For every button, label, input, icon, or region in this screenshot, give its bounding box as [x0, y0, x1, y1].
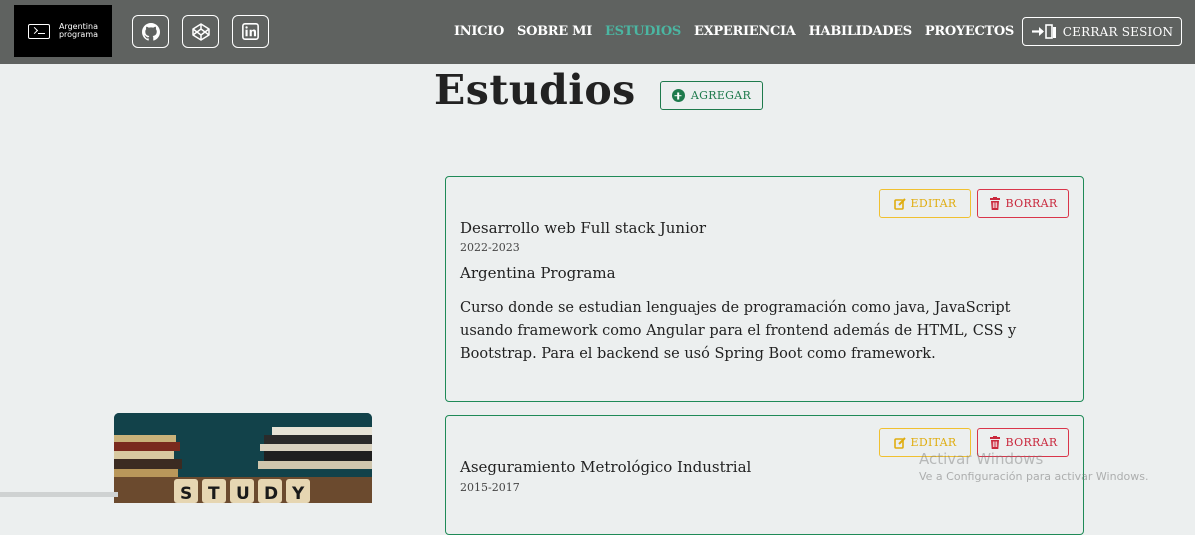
trash-icon — [989, 436, 1000, 449]
trash-icon — [989, 197, 1000, 210]
svg-text:Y: Y — [291, 484, 305, 503]
logout-button[interactable]: CERRAR SESION — [1022, 17, 1182, 46]
study-description: Curso donde se estudian lenguajes de pro… — [460, 300, 1017, 362]
nav-link-estudios[interactable]: ESTUDIOS — [605, 24, 681, 39]
study-card: EDITAR BORRAR Desarrollo web Full stack … — [445, 176, 1084, 402]
edit-label: EDITAR — [910, 197, 957, 210]
study-years: 2015-2017 — [460, 481, 520, 494]
navbar: Argentina programa INICIO SOBRE MI ESTUD… — [0, 0, 1195, 64]
add-button[interactable]: AGREGAR — [660, 81, 763, 110]
page-title: Estudios — [434, 66, 636, 114]
study-years: 2022-2023 — [460, 241, 520, 254]
edit-button[interactable]: EDITAR — [879, 189, 971, 218]
github-link[interactable] — [132, 15, 169, 48]
nav-link-inicio[interactable]: INICIO — [454, 24, 504, 39]
logo-line-2: programa — [58, 30, 99, 39]
linkedin-link[interactable] — [232, 15, 269, 48]
terminal-icon — [27, 23, 50, 39]
svg-text:S: S — [180, 484, 192, 503]
logo-text: Argentina programa — [59, 23, 98, 39]
windows-activation-subtitle: Ve a Configuración para activar Windows. — [919, 470, 1149, 483]
argentina-programa-logo[interactable]: Argentina programa — [14, 5, 112, 57]
study-image: S T U D Y — [114, 413, 372, 503]
study-title: Aseguramiento Metrológico Industrial — [460, 458, 752, 476]
nav-links: INICIO SOBRE MI ESTUDIOS EXPERIENCIA HAB… — [454, 24, 1027, 39]
add-label: AGREGAR — [690, 89, 752, 102]
logout-label: CERRAR SESION — [1062, 24, 1174, 39]
edit-label: EDITAR — [910, 436, 957, 449]
edit-icon — [893, 436, 906, 449]
codepen-icon — [191, 22, 210, 41]
codepen-link[interactable] — [182, 15, 219, 48]
horizontal-scrollbar[interactable] — [0, 492, 118, 497]
linkedin-icon — [242, 23, 259, 40]
nav-link-proyectos[interactable]: PROYECTOS — [925, 24, 1014, 39]
nav-link-habilidades[interactable]: HABILIDADES — [809, 24, 913, 39]
svg-text:T: T — [208, 484, 220, 503]
study-institution: Argentina Programa — [460, 264, 616, 282]
edit-icon — [893, 197, 906, 210]
study-title: Desarrollo web Full stack Junior — [460, 219, 707, 237]
study-books-illustration: S T U D Y — [114, 413, 372, 503]
windows-activation-title: Activar Windows — [919, 450, 1044, 468]
nav-link-sobre-mi[interactable]: SOBRE MI — [517, 24, 592, 39]
delete-label: BORRAR — [1005, 197, 1058, 210]
delete-label: BORRAR — [1005, 436, 1058, 449]
github-icon — [141, 22, 160, 41]
svg-text:U: U — [236, 484, 250, 503]
svg-text:D: D — [264, 484, 278, 503]
nav-link-experiencia[interactable]: EXPERIENCIA — [694, 24, 796, 39]
logout-icon — [1031, 24, 1056, 39]
delete-button[interactable]: BORRAR — [977, 189, 1069, 218]
plus-circle-icon — [671, 89, 685, 102]
